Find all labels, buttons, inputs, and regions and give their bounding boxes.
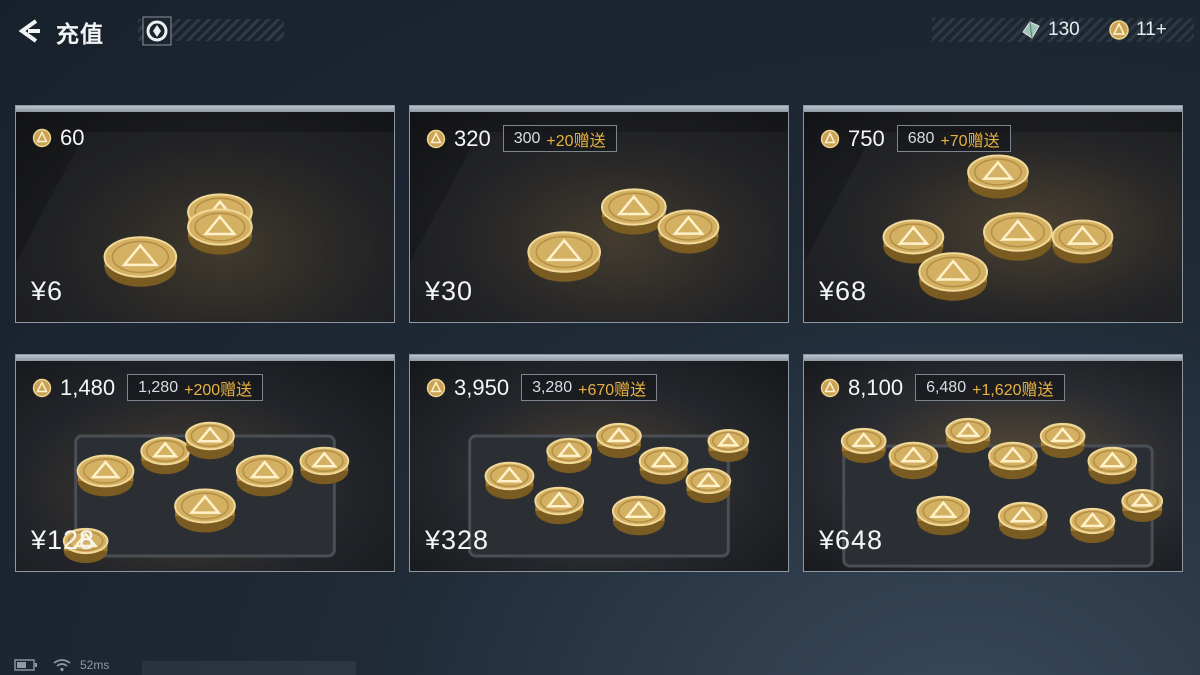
bonus-badge: 3,280 +670赠送 <box>521 374 658 401</box>
bonus-extra: +70赠送 <box>940 132 1000 150</box>
price-label: ¥6 <box>31 276 64 306</box>
bonus-base: 1,280 <box>138 378 179 396</box>
topup-card[interactable]: 8,100 6,480 +1,620赠送 ¥648 <box>803 354 1183 572</box>
coin-icon <box>820 378 840 397</box>
coin-amount: 750 680 +70赠送 <box>820 125 1011 152</box>
coin-amount-value: 8,100 <box>848 374 904 400</box>
coin-amount: 8,100 6,480 +1,620赠送 <box>820 374 1065 401</box>
coin-amount-value: 750 <box>848 125 885 151</box>
gem-count: 130 <box>1048 19 1080 40</box>
bonus-base: 300 <box>513 129 541 147</box>
bonus-badge: 680 +70赠送 <box>896 125 1011 152</box>
brand-logo-icon <box>142 16 172 46</box>
coin-count: 11+ <box>1136 19 1167 40</box>
bonus-extra: +200赠送 <box>184 381 253 399</box>
coin-icon <box>32 128 52 148</box>
status-hint-bar <box>142 661 356 675</box>
coin-amount: 320 300 +20赠送 <box>426 125 617 152</box>
coin-icon <box>32 378 52 397</box>
topup-card[interactable]: 750 680 +70赠送 ¥68 <box>803 105 1183 323</box>
top-bar: 充值 130 11+ <box>0 0 1200 60</box>
price-label: ¥328 <box>425 525 490 555</box>
price-label: ¥30 <box>425 276 474 306</box>
page-title: 充值 <box>56 21 104 47</box>
coin-icon <box>1109 20 1129 40</box>
coin-amount-value: 1,480 <box>60 374 116 400</box>
bonus-extra: +1,620赠送 <box>972 381 1054 399</box>
bonus-badge: 6,480 +1,620赠送 <box>915 374 1065 401</box>
coin-icon <box>426 129 446 148</box>
bonus-badge: 300 +20赠送 <box>502 125 617 152</box>
coin-balance[interactable]: 11+ <box>1108 17 1167 43</box>
coin-icon <box>820 129 840 148</box>
price-label: ¥648 <box>819 525 884 555</box>
topup-card[interactable]: 3,950 3,280 +670赠送 ¥328 <box>409 354 789 572</box>
bonus-base: 3,280 <box>532 378 573 396</box>
price-label: ¥128 <box>31 525 96 555</box>
price-label: ¥68 <box>819 276 868 306</box>
coin-icon <box>426 378 446 397</box>
coin-amount: 3,950 3,280 +670赠送 <box>426 374 658 401</box>
gem-balance: 130 <box>1020 17 1080 43</box>
bonus-badge: 1,280 +200赠送 <box>127 374 264 401</box>
coin-amount-value: 60 <box>60 125 85 150</box>
bonus-base: 680 <box>907 129 935 147</box>
back-arrow-icon[interactable] <box>14 16 44 46</box>
topup-card[interactable]: 320 300 +20赠送 ¥30 <box>409 105 789 323</box>
latency-text: 52ms <box>80 658 110 672</box>
bonus-extra: +670赠送 <box>578 381 647 399</box>
coin-amount-value: 3,950 <box>454 374 510 400</box>
bonus-base: 6,480 <box>926 378 967 396</box>
wifi-icon <box>53 659 71 672</box>
topup-card[interactable]: 1,480 1,280 +200赠送 ¥128 <box>15 354 395 572</box>
gem-icon <box>1022 21 1040 39</box>
coin-amount-value: 320 <box>454 125 491 151</box>
topup-card[interactable]: 60 ¥6 <box>15 105 395 323</box>
battery-icon <box>14 659 37 671</box>
bonus-extra: +20赠送 <box>546 132 606 150</box>
coin-amount: 60 <box>32 125 84 151</box>
coin-amount: 1,480 1,280 +200赠送 <box>32 374 264 401</box>
status-bar: 52ms <box>14 658 109 672</box>
